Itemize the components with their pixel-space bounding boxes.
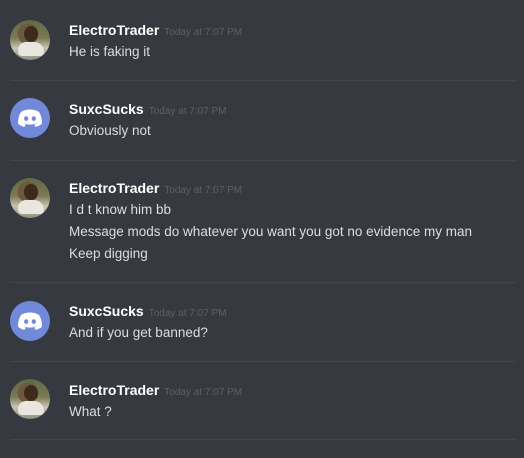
discord-logo-icon xyxy=(18,312,42,330)
message-text: And if you get banned? xyxy=(69,325,208,340)
message-timestamp: Today at 7:07 PM xyxy=(148,308,227,319)
message-text: What ? xyxy=(69,404,112,419)
discord-logo-icon xyxy=(18,109,42,127)
author-name[interactable]: SuxcSucks xyxy=(69,101,144,117)
avatar-head xyxy=(24,385,38,401)
author-name[interactable]: ElectroTrader xyxy=(69,22,159,38)
author-name[interactable]: ElectroTrader xyxy=(69,180,159,196)
message-timestamp: Today at 7:07 PM xyxy=(164,27,243,38)
avatar-body xyxy=(18,42,44,56)
message-header: ElectroTrader Today at 7:07 PM xyxy=(69,180,242,196)
author-name[interactable]: SuxcSucks xyxy=(69,303,144,319)
avatar[interactable] xyxy=(10,379,50,419)
message-timestamp: Today at 7:07 PM xyxy=(164,387,243,398)
message-header: ElectroTrader Today at 7:07 PM xyxy=(69,382,242,398)
message-header: SuxcSucks Today at 7:07 PM xyxy=(69,101,227,117)
message-divider xyxy=(10,361,516,362)
message-divider xyxy=(10,282,516,283)
message-divider xyxy=(10,80,516,81)
message-divider xyxy=(10,160,516,161)
author-name[interactable]: ElectroTrader xyxy=(69,382,159,398)
message-text: Obviously not xyxy=(69,123,151,138)
message-divider xyxy=(10,439,516,440)
message-header: ElectroTrader Today at 7:07 PM xyxy=(69,22,242,38)
avatar-head xyxy=(24,184,38,200)
avatar-body xyxy=(18,200,44,214)
avatar[interactable] xyxy=(10,178,50,218)
avatar[interactable] xyxy=(10,20,50,60)
message-timestamp: Today at 7:07 PM xyxy=(148,106,227,117)
message-text: Message mods do whatever you want you go… xyxy=(69,224,472,239)
avatar-head xyxy=(24,26,38,42)
message-text: He is faking it xyxy=(69,44,151,59)
message-header: SuxcSucks Today at 7:07 PM xyxy=(69,303,227,319)
message-text: I d t know him bb xyxy=(69,202,172,217)
avatar-body xyxy=(18,401,44,415)
message-list: ElectroTrader Today at 7:07 PM He is faki… xyxy=(0,0,524,458)
avatar[interactable] xyxy=(10,98,50,138)
avatar[interactable] xyxy=(10,301,50,341)
message-timestamp: Today at 7:07 PM xyxy=(164,185,243,196)
message-text: Keep digging xyxy=(69,246,148,261)
